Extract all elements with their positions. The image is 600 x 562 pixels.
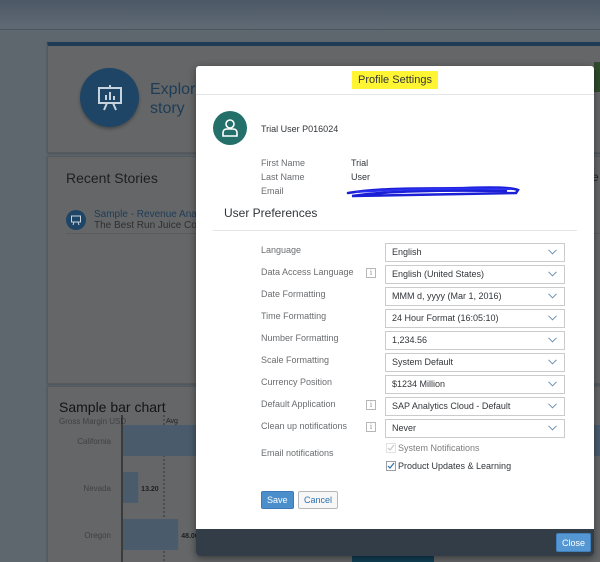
chevron-down-icon[interactable] [548,381,557,387]
preference-label: Clean up notifications [261,421,348,431]
recent-story-item[interactable]: Sample - Revenue Analy The Best Run Juic… [66,209,205,231]
system-notifications-checkbox: System Notifications [386,443,480,453]
preference-row: Language English [261,243,566,262]
preference-value: Never [392,423,417,433]
chevron-down-icon[interactable] [548,293,557,299]
close-button[interactable]: Close [555,533,591,552]
preference-row: Data Access Language i English (United Sta… [261,265,566,284]
preference-select[interactable]: English (United States) [385,265,565,284]
first-name-value: Trial [351,158,369,168]
chevron-down-icon[interactable] [548,359,557,365]
preference-label: Scale Formatting [261,355,330,365]
preference-value: $1234 Million [392,379,446,389]
preference-row: Time Formatting 24 Hour Format (16:05:10) [261,309,566,328]
product-updates-label: Product Updates & Learning [398,461,512,471]
preference-row: Number Formatting 1,234.56 [261,331,566,350]
preference-label: Data Access Language [261,267,354,277]
redaction-scribble [346,186,520,198]
preference-value: System Default [392,357,454,367]
preference-row: Date Formatting MMM d, yyyy (Mar 1, 2016) [261,287,566,306]
user-preferences-heading: User Preferences [224,206,318,220]
checkbox-checked-disabled-icon [386,443,396,453]
profile-settings-dialog: Profile Settings Trial User P016024 Firs… [196,66,594,556]
preference-value: English (United States) [392,269,485,279]
preference-select[interactable]: SAP Analytics Cloud - Default [385,397,565,416]
chevron-down-icon[interactable] [548,337,557,343]
preference-value: SAP Analytics Cloud - Default [392,401,511,411]
shell-header [0,0,600,30]
preference-label: Language [261,245,302,255]
checkbox-checked-icon[interactable] [386,461,396,471]
category-label: California [77,437,111,446]
preference-row: Clean up notifications i Never [261,419,566,438]
save-button[interactable]: Save [261,491,294,509]
preference-row: Scale Formatting System Default [261,353,566,372]
preference-select[interactable]: Never [385,419,565,438]
email-label: Email [261,186,284,196]
divider [213,230,577,231]
preference-value: 24 Hour Format (16:05:10) [392,313,499,323]
bar [123,519,179,550]
dialog-title: Profile Settings [352,71,438,89]
preference-select[interactable]: English [385,243,565,262]
preference-value: MMM d, yyyy (Mar 1, 2016) [392,291,502,301]
recent-stories-title: Recent Stories [66,170,158,186]
info-icon[interactable]: i [366,400,376,410]
recent-story-link[interactable]: Sample - Revenue Analy [94,209,205,220]
preference-value: English [392,247,422,257]
preference-label: Date Formatting [261,289,326,299]
chevron-down-icon[interactable] [548,271,557,277]
presentation-chart-icon [80,68,139,127]
system-notifications-label: System Notifications [398,443,480,453]
avg-label: Avg [166,418,178,425]
recent-story-subtitle: The Best Run Juice Com [94,220,206,231]
dialog-footer: Close [196,529,594,556]
info-icon[interactable]: i [366,422,376,432]
chevron-down-icon[interactable] [548,249,557,255]
product-updates-checkbox[interactable]: Product Updates & Learning [386,461,511,471]
preference-select[interactable]: System Default [385,353,565,372]
category-label: Nevada [83,484,111,493]
preference-select[interactable]: MMM d, yyyy (Mar 1, 2016) [385,287,565,306]
chevron-down-icon[interactable] [548,403,557,409]
user-display-name: Trial User P016024 [261,124,339,134]
email-notifications-label: Email notifications [261,448,334,458]
bar [123,472,139,503]
preference-row: Currency Position $1234 Million [261,375,566,394]
preference-row: Default Application i SAP Analytics Cloud … [261,397,566,416]
cancel-button[interactable]: Cancel [298,491,339,509]
preference-select[interactable]: 24 Hour Format (16:05:10) [385,309,565,328]
user-icon [213,111,247,145]
chevron-down-icon[interactable] [548,315,557,321]
category-label: Oregon [84,531,111,540]
chevron-down-icon[interactable] [548,425,557,431]
preference-select[interactable]: 1,234.56 [385,331,565,350]
presentation-chart-icon [66,210,86,230]
preference-label: Number Formatting [261,333,339,343]
preference-label: Currency Position [261,377,333,387]
preference-label: Default Application [261,399,336,409]
background-accent [594,62,600,92]
info-icon[interactable]: i [366,268,376,278]
preference-label: Time Formatting [261,311,327,321]
preference-select[interactable]: $1234 Million [385,375,565,394]
last-name-label: Last Name [261,172,305,182]
background-tile-fragment [352,556,434,562]
bar-value-label: 13.20 [141,486,159,493]
preference-value: 1,234.56 [392,335,428,345]
first-name-label: First Name [261,158,306,168]
dialog-header: Profile Settings [196,66,594,95]
